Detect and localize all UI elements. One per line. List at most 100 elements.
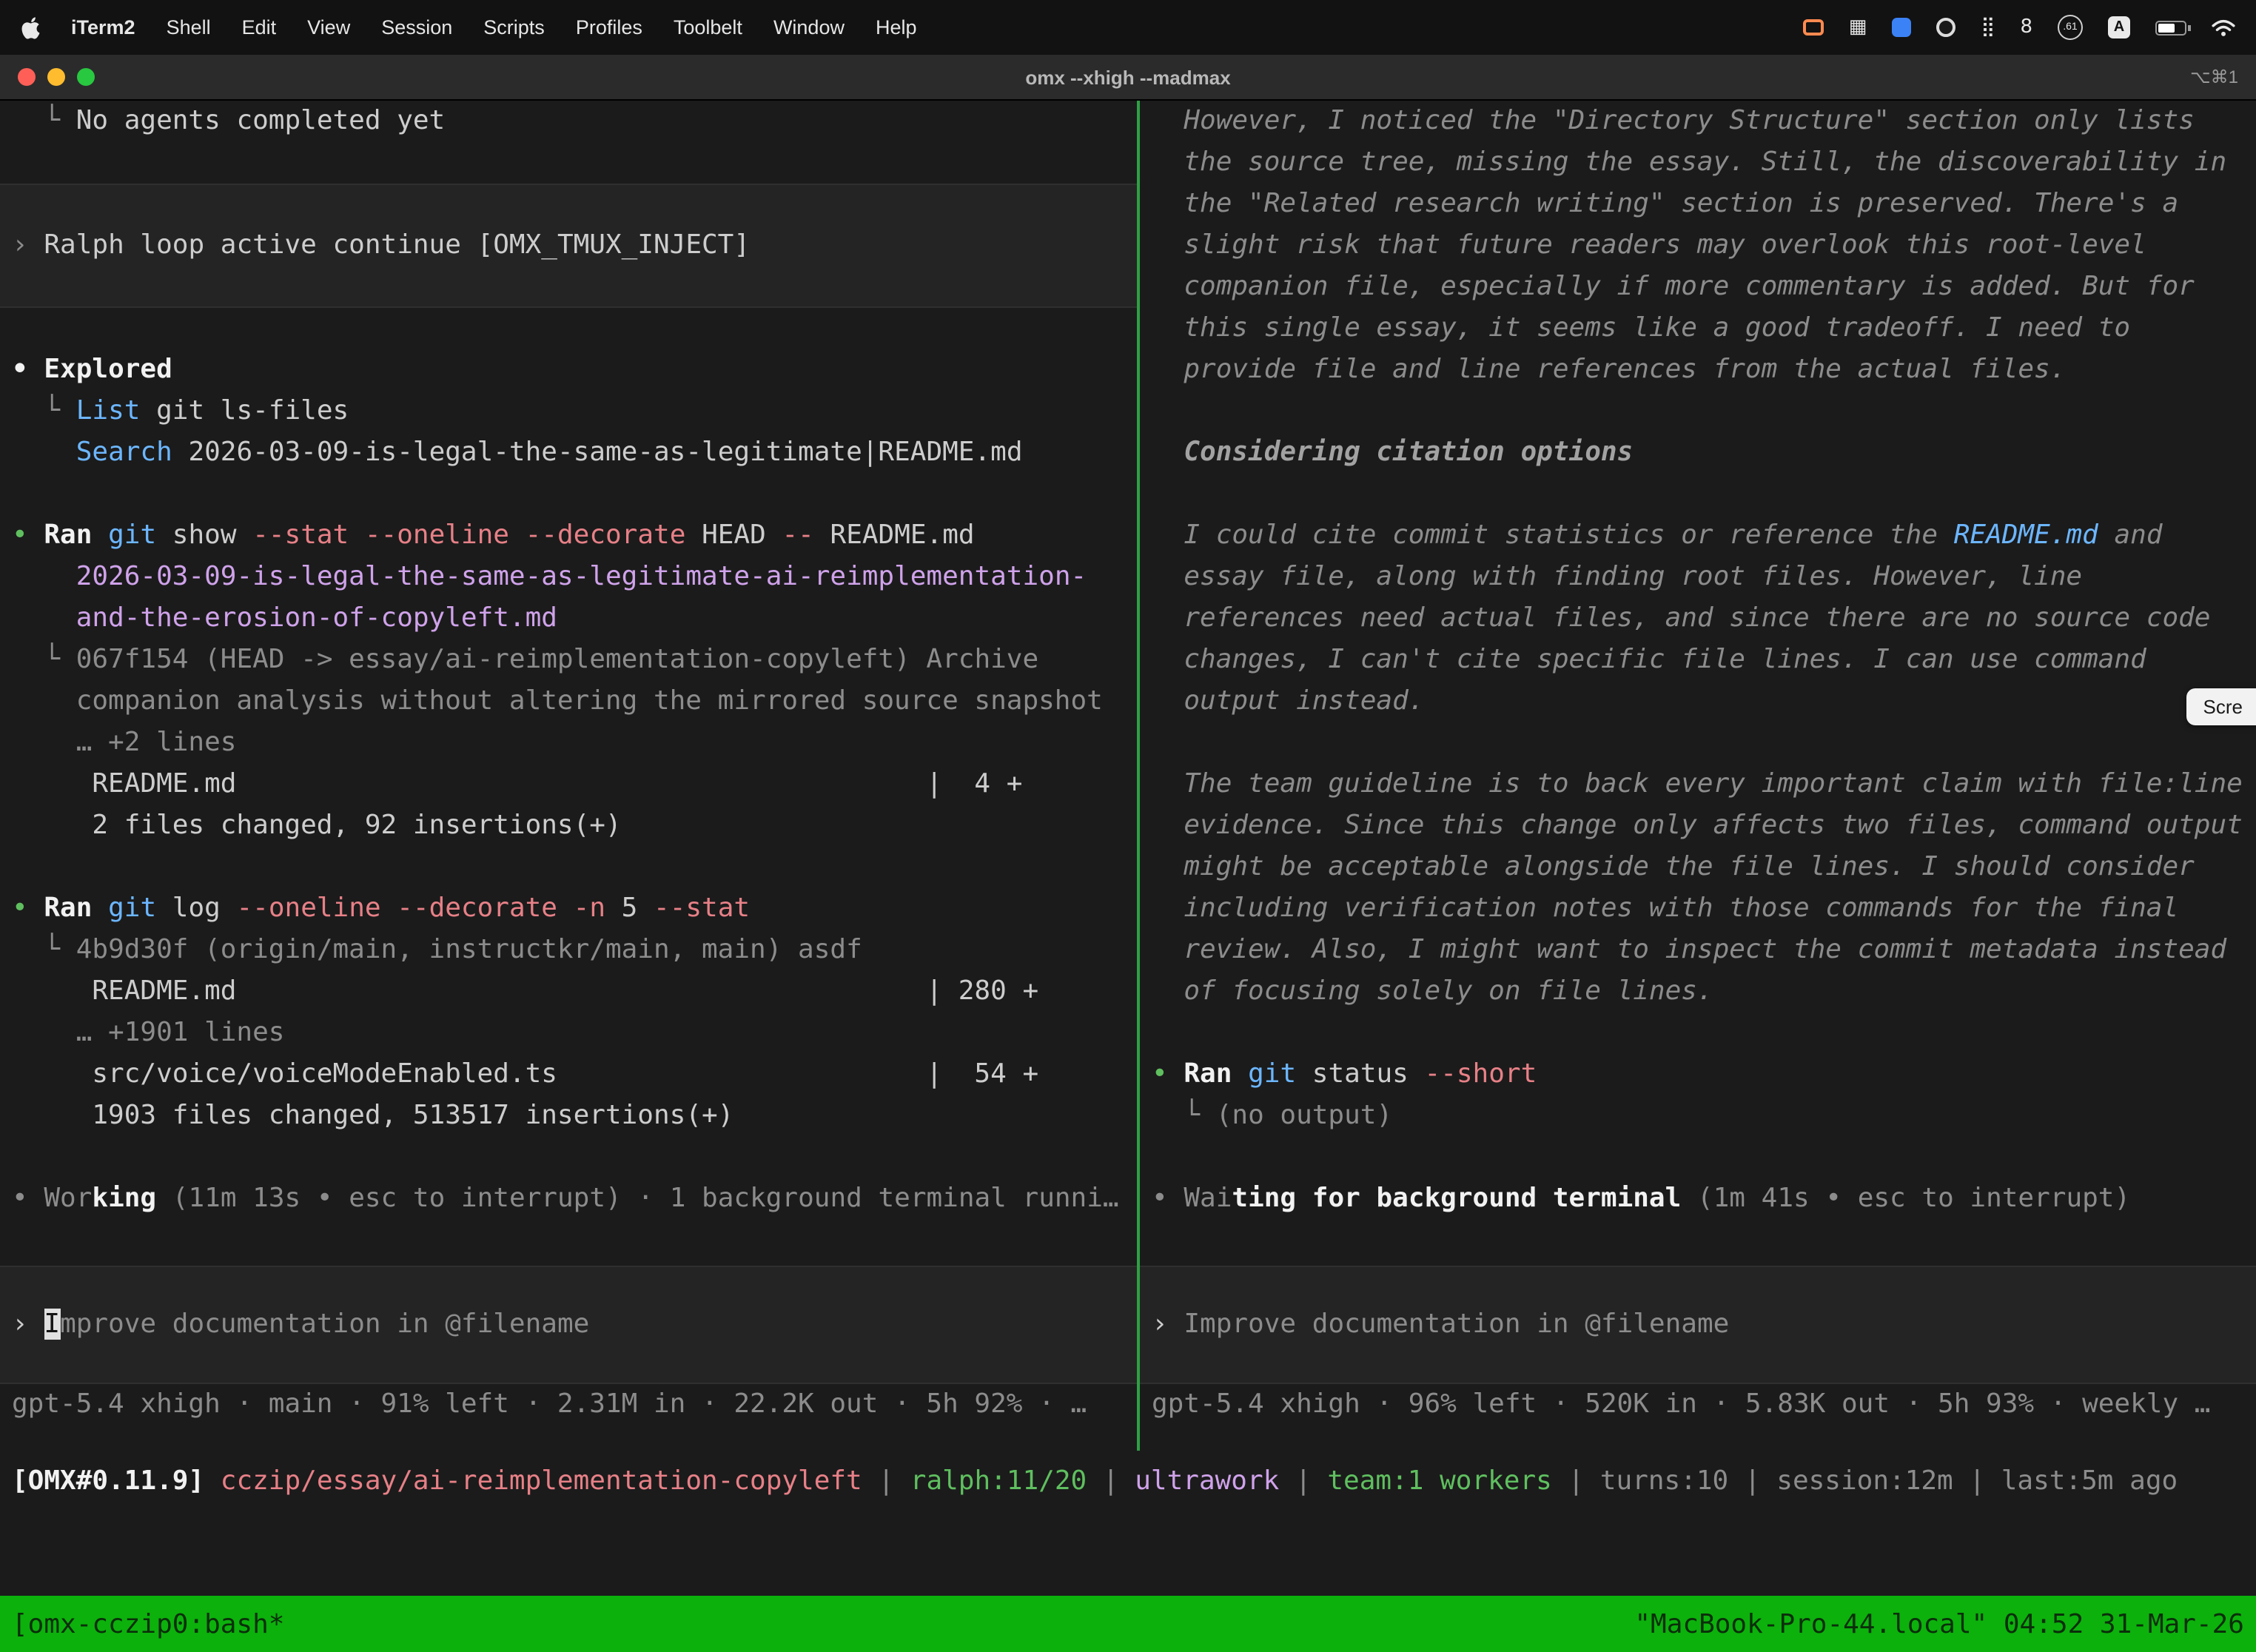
prompt-input[interactable]: › Improve documentation in @filename	[0, 1266, 1137, 1384]
text-segment: •	[12, 893, 44, 924]
text-segment: (11m 13s • esc to interrupt)	[156, 1183, 622, 1214]
terminal-line: └ No agents completed yet	[0, 101, 1137, 142]
text-segment: slight risk that future readers may over…	[1152, 229, 2146, 261]
text-segment: Ran	[44, 520, 92, 551]
terminal-line: gpt-5.4 xhigh · 96% left · 520K in · 5.8…	[1140, 1384, 2256, 1426]
text-segment: Explored	[44, 354, 172, 385]
menu-item-profiles[interactable]: Profiles	[576, 16, 642, 38]
terminal-line: output instead.	[1140, 681, 2256, 722]
menu-item-help[interactable]: Help	[876, 16, 917, 38]
menu-item-session[interactable]: Session	[381, 16, 452, 38]
screen-tooltip[interactable]: Scre	[2187, 688, 2256, 725]
text-segment: └	[1152, 1100, 1216, 1131]
terminal-line: the source tree, missing the essay. Stil…	[1140, 142, 2256, 184]
pane-right[interactable]: However, I noticed the "Directory Struct…	[1140, 101, 2256, 1451]
blank-line	[0, 474, 1137, 515]
text-segment: HEAD	[685, 520, 782, 551]
text-segment: Wai	[1184, 1183, 1232, 1214]
terminal-line: might be acceptable alongside the file l…	[1140, 847, 2256, 888]
terminal-line: • Working (11m 13s • esc to interrupt) ·…	[0, 1178, 1137, 1220]
text-segment: ralph:11/20	[910, 1465, 1087, 1497]
text-segment: 2026-03-09-is-legal-the-same-as-legitima…	[76, 561, 1087, 592]
terminal-line: this single essay, it seems like a good …	[1140, 308, 2256, 349]
minimize-button[interactable]	[47, 68, 65, 86]
numpad-icon[interactable]: 8	[2020, 16, 2032, 38]
menu-bar: iTerm2 Shell Edit View Session Scripts P…	[0, 0, 2256, 55]
text-segment	[12, 602, 76, 634]
text-segment: └	[12, 934, 76, 965]
menu-item-toolbelt[interactable]: Toolbelt	[674, 16, 742, 38]
menu-item-scripts[interactable]: Scripts	[483, 16, 545, 38]
text-segment: I could cite commit statistics or refere…	[1152, 520, 1954, 551]
text-segment: However, I noticed the "Directory Struct…	[1152, 105, 2195, 136]
ghostty-icon[interactable]	[1936, 18, 1955, 37]
text-segment: gpt-5.4 xhigh · main · 91% left · 2.31M …	[12, 1389, 1087, 1420]
terminal-line: essay file, along with finding root file…	[1140, 557, 2256, 598]
battery-icon[interactable]	[2155, 20, 2186, 35]
app-grid-icon[interactable]: ⣿	[1981, 16, 1995, 38]
text-segment: log	[156, 893, 236, 924]
menu-item-window[interactable]: Window	[773, 16, 845, 38]
traffic-lights	[18, 68, 95, 86]
terminal-line: of focusing solely on file lines.	[1140, 971, 2256, 1013]
text-segment: └	[12, 644, 76, 675]
window-title-bar[interactable]: omx --xhigh --madmax ⌥⌘1	[0, 55, 2256, 101]
input-source-icon[interactable]: A	[2108, 16, 2130, 38]
terminal-line: slight risk that future readers may over…	[1140, 225, 2256, 266]
menu-item-view[interactable]: View	[307, 16, 350, 38]
text-segment: Considering citation options	[1152, 437, 1633, 468]
text-segment: git	[108, 520, 156, 551]
terminal-line: gpt-5.4 xhigh · main · 91% left · 2.31M …	[0, 1384, 1137, 1426]
text-segment: [OMX#0.11.9]	[12, 1465, 221, 1497]
pane-left[interactable]: └ No agents completed yet› Ralph loop ac…	[0, 101, 1137, 1451]
text-segment: status	[1296, 1058, 1424, 1089]
terminal-line: references need actual files, and since …	[1140, 598, 2256, 639]
text-segment: •	[1152, 1183, 1184, 1214]
screen: iTerm2 Shell Edit View Session Scripts P…	[0, 0, 2256, 1652]
terminal-line: src/voice/voiceModeEnabled.ts | 54 +	[0, 1054, 1137, 1095]
text-segment: |	[1728, 1465, 1776, 1497]
terminal-line: Considering citation options	[1140, 432, 2256, 474]
text-segment: of focusing solely on file lines.	[1152, 976, 1713, 1007]
text-segment: •	[12, 520, 44, 551]
menu-item-iterm2[interactable]: iTerm2	[71, 16, 135, 38]
text-segment: src/voice/voiceModeEnabled.ts | 54 +	[12, 1058, 1038, 1089]
text-segment: including verification notes with those …	[1152, 893, 2178, 924]
blank-line	[1140, 474, 2256, 515]
window-title: omx --xhigh --madmax	[0, 66, 2256, 88]
zoom-button[interactable]	[77, 68, 95, 86]
text-segment: cczip/essay/ai-reimplementation-copyleft	[221, 1465, 862, 1497]
screen-recording-icon[interactable]	[1803, 19, 1824, 36]
blank-line	[1140, 722, 2256, 764]
text-segment: README.md | 4 +	[12, 768, 1022, 799]
apple-menu-icon[interactable]	[21, 16, 40, 39]
window-grid-icon[interactable]: ▦	[1849, 16, 1867, 38]
terminal-line: changes, I can't cite specific file line…	[1140, 639, 2256, 681]
text-segment: might be acceptable alongside the file l…	[1152, 851, 2195, 882]
terminal-line: └ List git ls-files	[0, 391, 1137, 432]
close-button[interactable]	[18, 68, 36, 86]
raycast-icon[interactable]	[1892, 18, 1911, 37]
text-segment: --short	[1425, 1058, 1537, 1089]
terminal-line: └ 4b9d30f (origin/main, instructkr/main,…	[0, 930, 1137, 971]
terminal-line: the "Related research writing" section i…	[1140, 184, 2256, 225]
text-segment: provide file and line references from th…	[1152, 354, 2066, 385]
text-segment: |	[1552, 1465, 1600, 1497]
spacer	[0, 1511, 2256, 1596]
text-segment: the source tree, missing the essay. Stil…	[1152, 147, 2226, 178]
terminal-line: README.md | 4 +	[0, 764, 1137, 805]
text-segment: Search	[76, 437, 172, 468]
text-segment: session:12m	[1776, 1465, 1953, 1497]
terminal-line: and-the-erosion-of-copyleft.md	[0, 598, 1137, 639]
omx-status-bar: [OMX#0.11.9] cczip/essay/ai-reimplementa…	[0, 1451, 2256, 1511]
menu-item-shell[interactable]: Shell	[167, 16, 211, 38]
text-segment: the "Related research writing" section i…	[1152, 188, 2178, 219]
battery-gauge-icon[interactable]: .61	[2058, 15, 2083, 40]
text-segment: team:1 workers	[1327, 1465, 1551, 1497]
prompt-input[interactable]: › Improve documentation in @filename	[1140, 1266, 2256, 1384]
wifi-icon[interactable]	[2212, 19, 2235, 36]
menu-item-edit[interactable]: Edit	[242, 16, 277, 38]
text-segment: --oneline --decorate -n	[237, 893, 606, 924]
text-segment: 5	[605, 893, 654, 924]
terminal-line: provide file and line references from th…	[1140, 349, 2256, 391]
